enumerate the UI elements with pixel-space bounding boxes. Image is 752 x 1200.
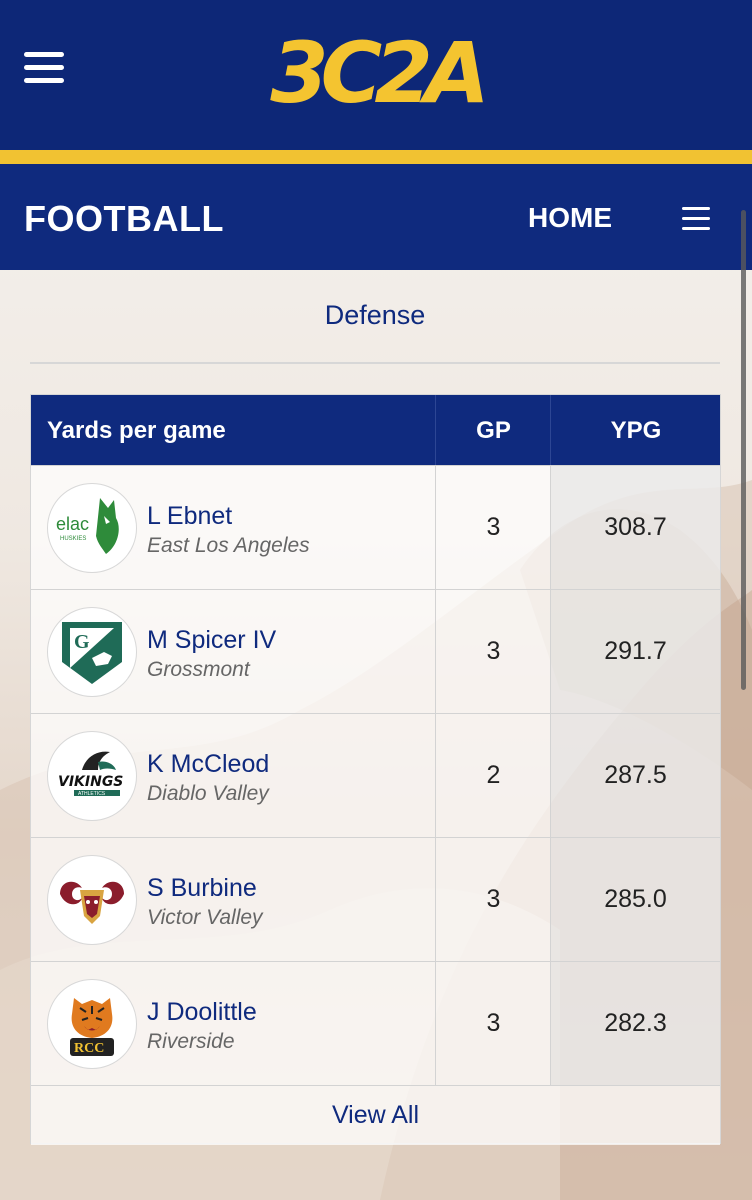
svg-text:G: G bbox=[74, 631, 90, 653]
gp-value: 2 bbox=[435, 714, 551, 837]
gp-value: 3 bbox=[435, 590, 551, 713]
top-navigation-bar: 3C2A bbox=[0, 0, 752, 150]
ypg-value: 285.0 bbox=[550, 838, 720, 961]
player-name-link[interactable]: L Ebnet bbox=[147, 502, 232, 531]
sport-title: FOOTBALL bbox=[24, 198, 224, 239]
table-row[interactable]: RCC J Doolittle Riverside 3 282.3 bbox=[31, 961, 720, 1085]
school-name: Victor Valley bbox=[147, 906, 263, 929]
sport-navigation-bar: FOOTBALL HOME bbox=[0, 164, 752, 270]
svg-text:elac: elac bbox=[56, 514, 89, 534]
site-logo[interactable]: 3C2A bbox=[268, 24, 490, 122]
ypg-value: 282.3 bbox=[550, 962, 720, 1085]
player-name-link[interactable]: S Burbine bbox=[147, 874, 257, 903]
column-header-gp: GP bbox=[476, 417, 511, 444]
svg-text:ATHLETICS: ATHLETICS bbox=[78, 791, 106, 797]
hamburger-menu-icon[interactable] bbox=[24, 52, 64, 88]
menu-icon[interactable] bbox=[682, 207, 710, 231]
table-header: Yards per game GP YPG bbox=[31, 395, 720, 465]
player-name-link[interactable]: J Doolittle bbox=[147, 998, 257, 1027]
column-header-ypg: YPG bbox=[610, 417, 662, 444]
ypg-value: 287.5 bbox=[550, 714, 720, 837]
home-link[interactable]: HOME bbox=[528, 202, 612, 234]
grossmont-logo: G bbox=[47, 607, 137, 697]
ypg-value: 308.7 bbox=[550, 466, 720, 589]
table-row[interactable]: G M Spicer IV Grossmont 3 291.7 bbox=[31, 589, 720, 713]
table-row[interactable]: elac HUSKIES L Ebnet East Los Angeles 3 … bbox=[31, 465, 720, 589]
scrollbar[interactable] bbox=[741, 210, 746, 690]
gp-value: 3 bbox=[435, 962, 551, 1085]
svg-text:RCC: RCC bbox=[74, 1041, 104, 1056]
ypg-value: 291.7 bbox=[550, 590, 720, 713]
player-name-link[interactable]: K McCleod bbox=[147, 750, 269, 779]
vikings-logo: VIKINGS ATHLETICS bbox=[47, 731, 137, 821]
svg-text:HUSKIES: HUSKIES bbox=[60, 536, 86, 542]
school-name: Grossmont bbox=[147, 658, 250, 681]
rams-logo bbox=[47, 855, 137, 945]
stats-table: Yards per game GP YPG elac HUSKIES L Ebn… bbox=[30, 394, 721, 1145]
section-divider bbox=[30, 362, 720, 364]
view-all-row: View All bbox=[31, 1085, 720, 1145]
table-row[interactable]: VIKINGS ATHLETICS K McCleod Diablo Valle… bbox=[31, 713, 720, 837]
school-name: Riverside bbox=[147, 1030, 235, 1053]
view-all-link[interactable]: View All bbox=[332, 1101, 419, 1130]
gp-value: 3 bbox=[435, 466, 551, 589]
svg-text:VIKINGS: VIKINGS bbox=[58, 774, 123, 790]
section-title: Defense bbox=[324, 300, 426, 330]
column-header-yards-per-game: Yards per game bbox=[47, 417, 226, 444]
player-name-link[interactable]: M Spicer IV bbox=[147, 626, 276, 655]
school-name: East Los Angeles bbox=[147, 534, 310, 557]
table-row[interactable]: S Burbine Victor Valley 3 285.0 bbox=[31, 837, 720, 961]
gold-divider-stripe bbox=[0, 150, 752, 164]
elac-huskies-logo: elac HUSKIES bbox=[47, 483, 137, 573]
rcc-tigers-logo: RCC bbox=[47, 979, 137, 1069]
school-name: Diablo Valley bbox=[147, 782, 269, 805]
gp-value: 3 bbox=[435, 838, 551, 961]
